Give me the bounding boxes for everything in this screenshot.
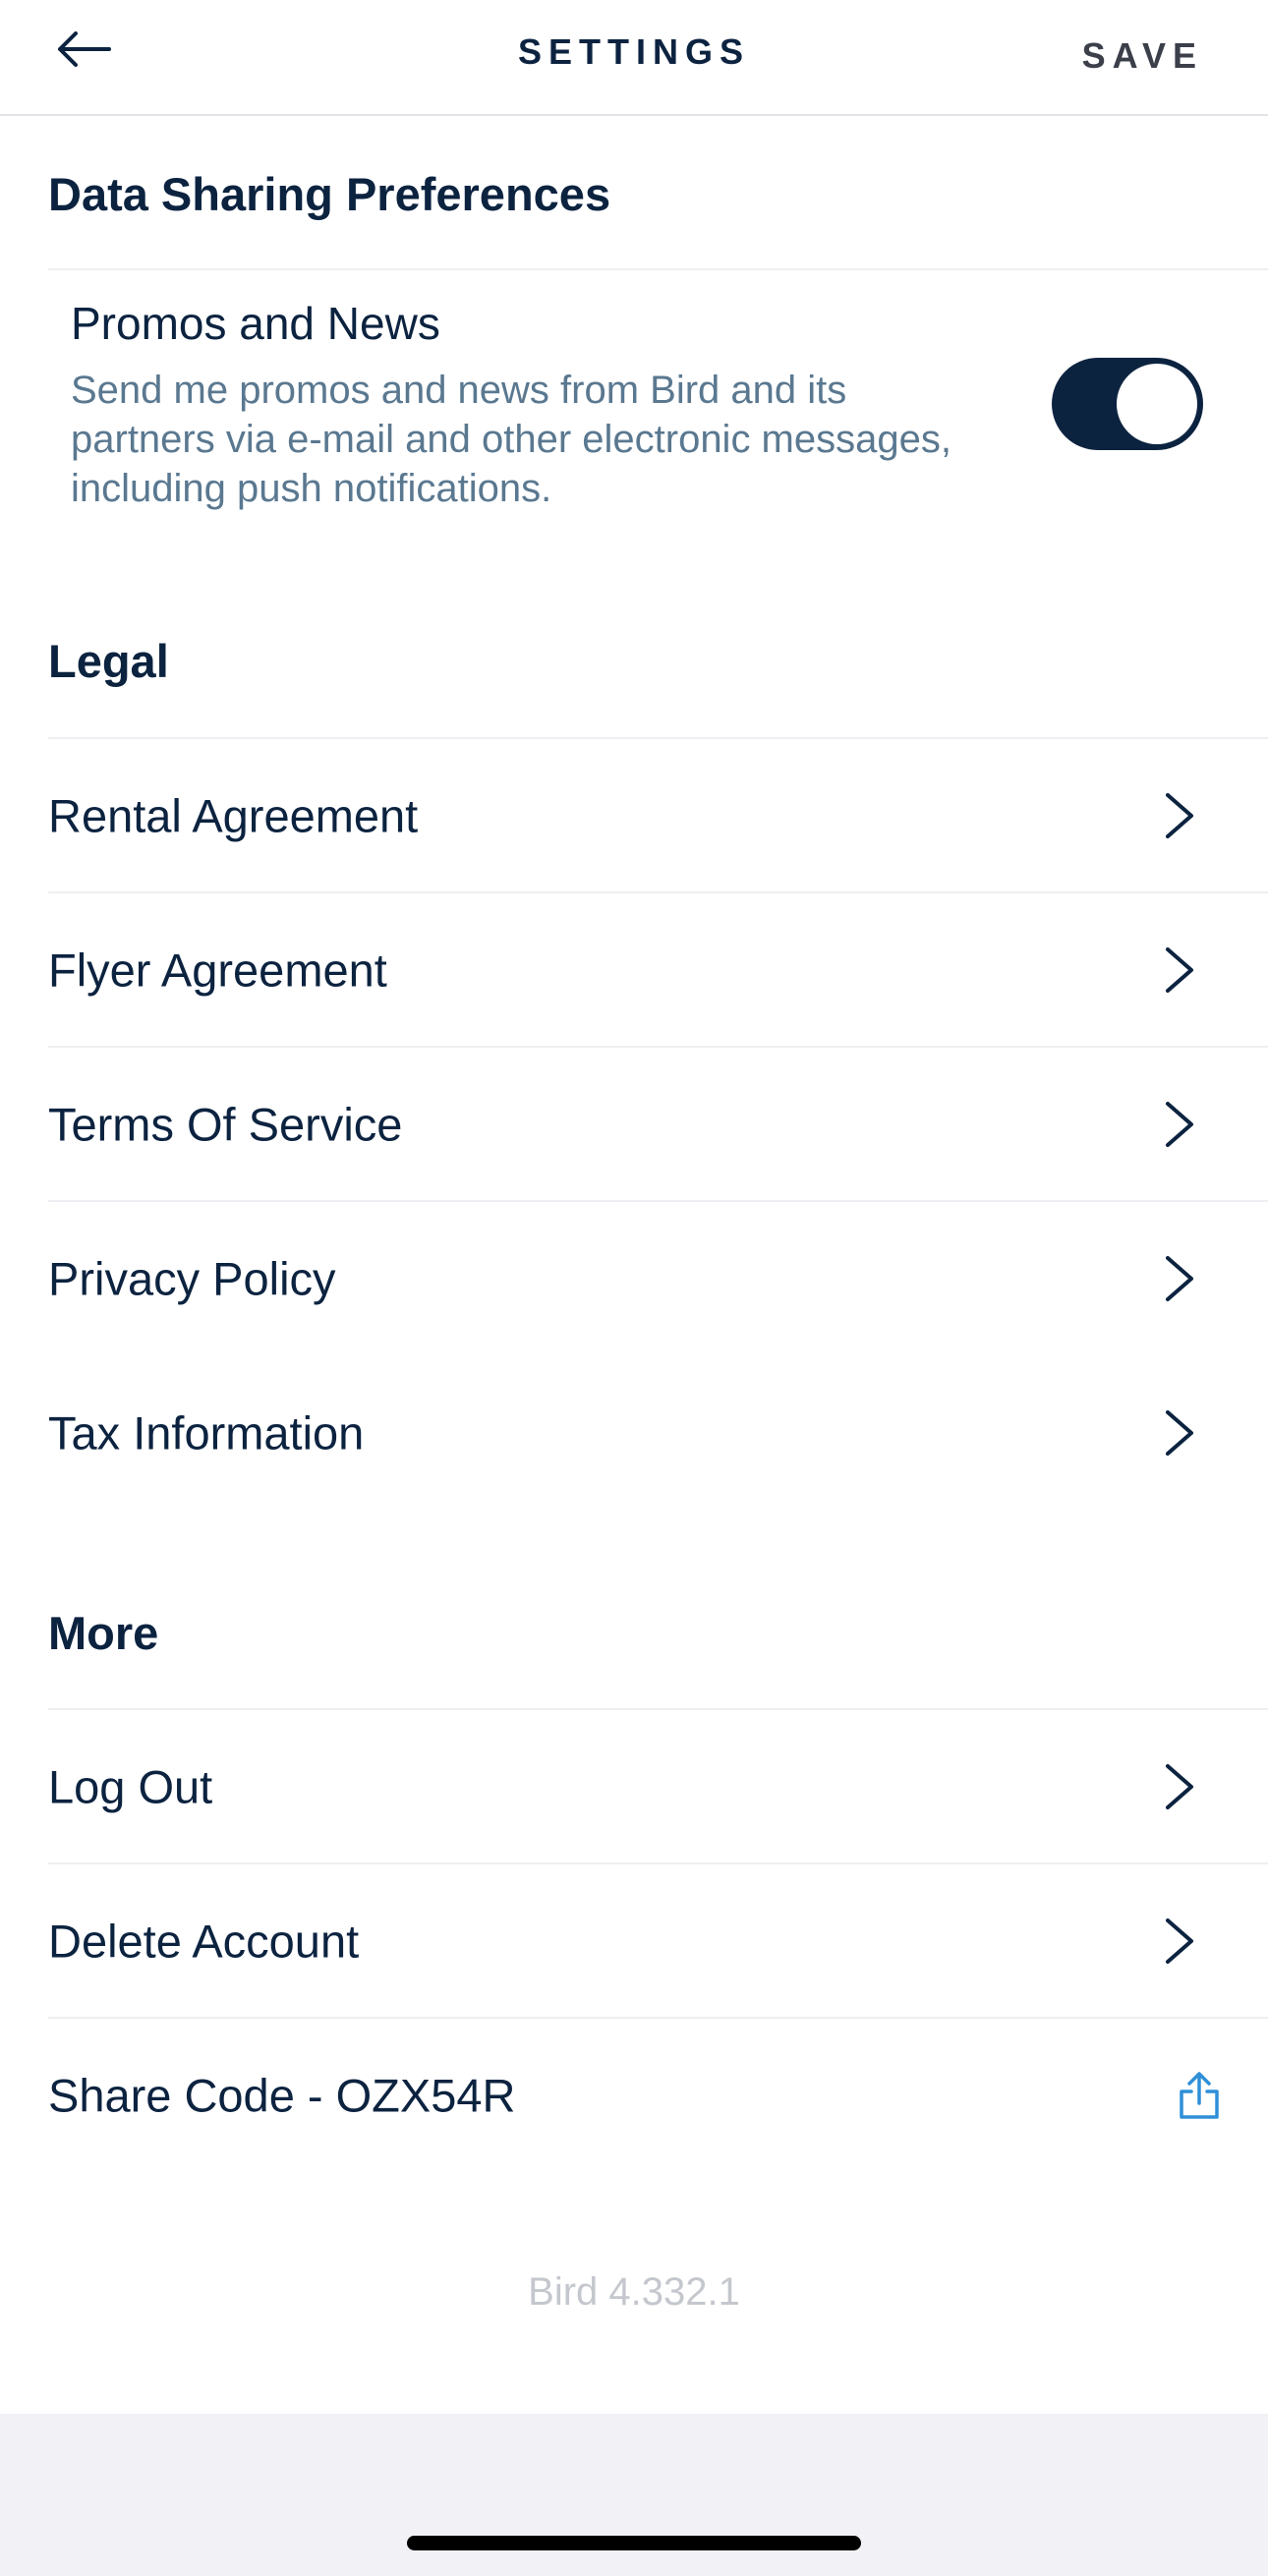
chevron-right-icon — [1166, 1410, 1193, 1456]
share-icon[interactable] — [1176, 2070, 1223, 2121]
divider — [48, 1200, 1268, 1202]
chevron-right-icon — [1166, 1918, 1193, 1964]
bottom-safe-area — [0, 2414, 1268, 2576]
list-item-label: Rental Agreement — [48, 789, 419, 842]
header-bar: SETTINGS SAVE — [0, 0, 1268, 116]
list-item-rental-agreement[interactable]: Rental Agreement — [0, 740, 1268, 891]
settings-screen: SETTINGS SAVE Data Sharing Preferences P… — [0, 0, 1268, 2576]
home-indicator[interactable] — [407, 2536, 861, 2550]
list-item-label: Terms Of Service — [48, 1098, 403, 1151]
list-item-terms-of-service[interactable]: Terms Of Service — [0, 1049, 1268, 1200]
app-version: Bird 4.332.1 — [528, 2270, 740, 2314]
divider — [48, 1708, 1268, 1710]
list-item-share-code[interactable]: Share Code - OZX54R — [0, 2020, 1268, 2171]
chevron-right-icon — [1166, 947, 1193, 993]
list-item-label: Log Out — [48, 1760, 213, 1813]
page-title: SETTINGS — [517, 31, 751, 72]
chevron-right-icon — [1166, 1102, 1193, 1147]
chevron-right-icon — [1166, 1256, 1193, 1301]
chevron-right-icon — [1166, 793, 1193, 838]
divider — [48, 1862, 1268, 1864]
divider — [48, 737, 1268, 739]
list-item-log-out[interactable]: Log Out — [0, 1711, 1268, 1862]
section-title-data-sharing: Data Sharing Preferences — [48, 168, 611, 220]
list-item-label: Flyer Agreement — [48, 944, 387, 997]
save-button[interactable]: SAVE — [1082, 35, 1203, 77]
list-item-tax-information[interactable]: Tax Information — [0, 1357, 1268, 1509]
section-title-legal: Legal — [48, 635, 169, 687]
divider — [48, 891, 1268, 893]
section-title-more: More — [48, 1607, 159, 1659]
divider — [48, 268, 1268, 270]
divider — [48, 2017, 1268, 2019]
divider — [48, 1046, 1268, 1048]
list-item-label: Delete Account — [48, 1915, 360, 1968]
list-item-privacy-policy[interactable]: Privacy Policy — [0, 1203, 1268, 1354]
toggle-knob — [1117, 364, 1197, 444]
list-item-label: Tax Information — [48, 1406, 365, 1460]
list-item-delete-account[interactable]: Delete Account — [0, 1865, 1268, 2017]
promos-toggle[interactable] — [1052, 358, 1203, 450]
list-item-label: Share Code - OZX54R — [48, 2069, 516, 2122]
list-item-label: Privacy Policy — [48, 1252, 336, 1305]
chevron-right-icon — [1166, 1764, 1193, 1809]
promos-description: Send me promos and news from Bird and it… — [71, 369, 951, 510]
list-item-flyer-agreement[interactable]: Flyer Agreement — [0, 894, 1268, 1046]
promos-title: Promos and News — [71, 298, 440, 349]
